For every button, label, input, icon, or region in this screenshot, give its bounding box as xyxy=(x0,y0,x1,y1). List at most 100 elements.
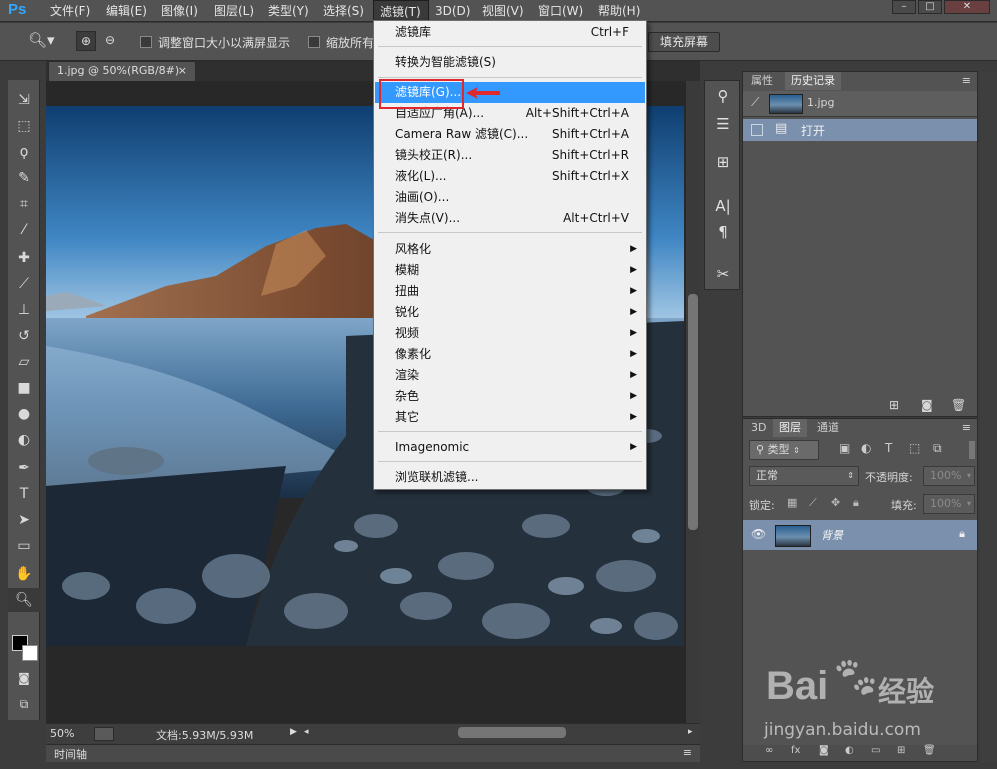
tab-layers[interactable]: 图层 xyxy=(773,419,807,437)
resize-windows-checkbox[interactable] xyxy=(140,36,152,48)
zoom-tool-icon[interactable]: 🔍︎ xyxy=(8,588,40,612)
history-step-row[interactable]: ▤ 打开 xyxy=(743,119,977,141)
snapshot-brush-icon[interactable]: ⟋ xyxy=(751,95,759,110)
pen-tool-icon[interactable]: ✒ xyxy=(8,456,40,480)
minimize-icon[interactable]: – xyxy=(892,0,916,14)
path-select-tool-icon[interactable]: ➤ xyxy=(8,508,40,532)
menu-item-distort[interactable]: 扭曲 ▶ xyxy=(375,281,645,302)
menu-item-convert-smart-filter[interactable]: 转换为智能滤镜(S) xyxy=(375,52,645,73)
layer-filter-kind-select[interactable]: ⚲ 类型 ⇕ xyxy=(749,440,819,460)
menu-item-pixelate[interactable]: 像素化 ▶ xyxy=(375,344,645,365)
type-tool-icon[interactable]: T xyxy=(8,482,40,506)
layers-panel-menu-icon[interactable]: ≡ xyxy=(962,421,971,434)
crop-tool-icon[interactable]: ⌗ xyxy=(8,192,40,216)
history-brush-tool-icon[interactable]: ↺ xyxy=(8,324,40,348)
delete-state-icon[interactable]: 🗑︎ xyxy=(951,398,966,412)
paragraph-icon[interactable]: ¶ xyxy=(705,219,741,245)
opacity-input[interactable]: 100% ▾ xyxy=(923,466,975,486)
clone-source-icon[interactable]: ⊞ xyxy=(705,149,741,175)
filter-adjustment-icon[interactable]: ◐ xyxy=(861,441,871,455)
status-menu-arrow-icon[interactable]: ▶ xyxy=(290,727,297,737)
hscroll-right-icon[interactable]: ▸ xyxy=(688,727,693,737)
menu-filter[interactable]: 滤镜(T) xyxy=(373,0,429,22)
menu-view[interactable]: 视图(V) xyxy=(476,0,530,22)
tab-3d[interactable]: 3D xyxy=(745,419,772,437)
blend-mode-select[interactable]: 正常 ⇕ xyxy=(749,466,859,486)
hand-tool-icon[interactable]: ✋ xyxy=(8,562,40,586)
stamp-tool-icon[interactable]: ⊥ xyxy=(8,298,40,322)
history-snapshot-row[interactable]: ⟋ 1.jpg xyxy=(743,91,977,117)
lock-all-icon[interactable]: 🔒︎ xyxy=(853,496,859,510)
lock-position-icon[interactable]: ✥ xyxy=(831,496,840,509)
filter-type-icon[interactable]: T xyxy=(885,441,892,455)
brush-presets-icon[interactable]: ⚲ xyxy=(705,83,741,109)
background-color-swatch[interactable] xyxy=(22,645,38,661)
filter-shape-icon[interactable]: ⬚ xyxy=(909,441,920,455)
close-tab-icon[interactable]: × xyxy=(178,62,187,80)
fill-input[interactable]: 100% ▾ xyxy=(923,494,975,514)
tools-preset-icon[interactable]: ✂ xyxy=(705,261,741,287)
menu-item-render[interactable]: 渲染 ▶ xyxy=(375,365,645,386)
gradient-tool-icon[interactable]: ■ xyxy=(8,376,40,400)
timeline-menu-icon[interactable]: ≡ xyxy=(683,746,692,759)
screen-mode-icon[interactable]: ⧉ xyxy=(8,692,40,716)
quick-select-tool-icon[interactable]: ✎ xyxy=(8,166,40,190)
menu-image[interactable]: 图像(I) xyxy=(155,0,204,22)
healing-brush-tool-icon[interactable]: ✚ xyxy=(8,246,40,270)
brush-tool-icon[interactable]: ⟋ xyxy=(8,272,40,296)
eyedropper-tool-icon[interactable]: ⁄ xyxy=(8,218,40,242)
new-snapshot-icon[interactable]: ◙ xyxy=(921,398,933,412)
menu-item-video[interactable]: 视频 ▶ xyxy=(375,323,645,344)
maximize-icon[interactable]: □ xyxy=(918,0,942,14)
tab-history[interactable]: 历史记录 xyxy=(785,72,841,90)
zoom-in-icon[interactable]: ⊕ xyxy=(76,31,96,51)
menu-item-camera-raw[interactable]: Camera Raw 滤镜(C)... Shift+Ctrl+A xyxy=(375,124,645,145)
menu-item-browse-online-filters[interactable]: 浏览联机滤镜... xyxy=(375,467,645,488)
horizontal-scrollbar-thumb[interactable] xyxy=(458,727,566,738)
filter-pixel-icon[interactable]: ▣ xyxy=(839,441,850,455)
zoom-all-checkbox[interactable] xyxy=(308,36,320,48)
menu-item-oil-paint[interactable]: 油画(O)... xyxy=(375,187,645,208)
menu-item-stylize[interactable]: 风格化 ▶ xyxy=(375,239,645,260)
move-tool-icon[interactable]: ⇲ xyxy=(8,88,40,112)
menu-3d[interactable]: 3D(D) xyxy=(429,0,476,22)
history-step-checkbox[interactable] xyxy=(751,124,763,136)
quick-mask-icon[interactable]: ◙ xyxy=(8,666,40,690)
tab-channels[interactable]: 通道 xyxy=(811,419,845,437)
timeline-panel[interactable]: 时间轴 ≡ xyxy=(46,744,700,762)
menu-file[interactable]: 文件(F) xyxy=(44,0,96,22)
menu-item-sharpen[interactable]: 锐化 ▶ xyxy=(375,302,645,323)
layer-name[interactable]: 背景 xyxy=(821,527,843,543)
lock-transparent-icon[interactable]: ▦ xyxy=(787,496,797,509)
vertical-scrollbar-thumb[interactable] xyxy=(688,294,698,530)
character-icon[interactable]: A| xyxy=(705,193,741,219)
document-tab[interactable]: 1.jpg @ 50%(RGB/8#) × xyxy=(48,61,196,81)
eraser-tool-icon[interactable]: ▱ xyxy=(8,350,40,374)
zoom-tool-preset-icon[interactable]: 🔍︎▾ xyxy=(28,31,58,53)
hscroll-left-icon[interactable]: ◂ xyxy=(304,727,309,737)
blur-tool-icon[interactable]: ● xyxy=(8,402,40,426)
menu-layer[interactable]: 图层(L) xyxy=(208,0,260,22)
timeline-label[interactable]: 时间轴 xyxy=(54,746,87,762)
menu-item-last-filter[interactable]: 滤镜库 Ctrl+F xyxy=(375,22,645,43)
lock-image-icon[interactable]: ⟋ xyxy=(809,496,817,510)
menu-type[interactable]: 类型(Y) xyxy=(262,0,315,22)
fill-screen-button[interactable]: 填充屏幕 xyxy=(648,32,720,52)
lasso-tool-icon[interactable]: ϙ xyxy=(8,140,40,164)
menu-item-blur[interactable]: 模糊 ▶ xyxy=(375,260,645,281)
marquee-tool-icon[interactable]: ⬚ xyxy=(8,114,40,138)
panel-menu-icon[interactable]: ≡ xyxy=(962,74,971,87)
adjustments-icon[interactable]: ☰ xyxy=(705,111,741,137)
menu-item-noise[interactable]: 杂色 ▶ xyxy=(375,386,645,407)
close-window-icon[interactable]: ✕ xyxy=(944,0,990,14)
menu-help[interactable]: 帮助(H) xyxy=(592,0,646,22)
menu-item-liquify[interactable]: 液化(L)... Shift+Ctrl+X xyxy=(375,166,645,187)
dodge-tool-icon[interactable]: ◐ xyxy=(8,428,40,452)
shape-tool-icon[interactable]: ▭ xyxy=(8,534,40,558)
menu-item-imagenomic[interactable]: Imagenomic ▶ xyxy=(375,437,645,458)
menu-edit[interactable]: 编辑(E) xyxy=(100,0,153,22)
tab-properties[interactable]: 属性 xyxy=(745,72,779,90)
zoom-out-icon[interactable]: ⊖ xyxy=(100,31,120,51)
menu-select[interactable]: 选择(S) xyxy=(317,0,370,22)
menu-window[interactable]: 窗口(W) xyxy=(532,0,589,22)
